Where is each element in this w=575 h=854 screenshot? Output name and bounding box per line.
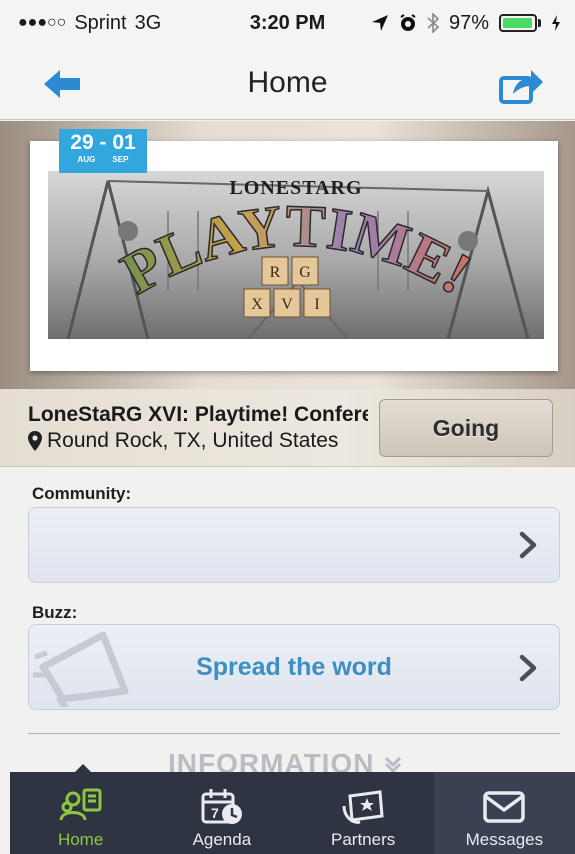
chevron-right-icon	[519, 654, 537, 682]
envelope-icon	[483, 791, 526, 823]
start-month: AUG	[77, 155, 96, 164]
event-location-text: Round Rock, TX, United States	[47, 429, 339, 452]
banner-tile-letter: X	[251, 296, 263, 313]
partners-ticket-icon	[342, 790, 384, 824]
information-label: INFORMATION	[168, 748, 375, 774]
date-badge: 29 - 01 AUG SEP	[59, 129, 147, 173]
back-arrow-icon[interactable]	[40, 64, 84, 104]
tab-messages-label: Messages	[465, 830, 544, 849]
network-type: 3G	[134, 11, 162, 34]
map-pin-icon	[28, 431, 42, 451]
event-banner[interactable]: PLAYTIME! RGXVI LONESTARG	[30, 141, 558, 371]
banner-tile-letter: V	[281, 296, 293, 313]
tab-agenda[interactable]: 7 Agenda	[151, 772, 292, 854]
page-title: Home	[247, 65, 328, 99]
buzz-label: Buzz:	[32, 603, 78, 622]
event-banner-image: PLAYTIME! RGXVI LONESTARG	[48, 171, 544, 339]
date-range: 29 - 01	[70, 131, 136, 154]
banner-org: LONESTARG	[229, 177, 363, 199]
battery-fill	[503, 18, 533, 28]
alarm-icon	[400, 14, 416, 31]
agenda-calendar-icon: 7	[201, 789, 242, 824]
end-month: SEP	[112, 155, 129, 164]
tab-home[interactable]: Home	[10, 772, 151, 854]
event-title: LoneStaRG XVI: Playtime! Conference	[28, 403, 368, 426]
tab-bar: Home 7 Agenda Partners Messages	[10, 772, 575, 854]
tab-partners-label: Partners	[331, 830, 396, 849]
banner-tiles: R G X V I	[243, 256, 331, 318]
tab-home-label: Home	[57, 830, 104, 849]
svg-text:7: 7	[211, 805, 219, 821]
home-people-icon	[59, 788, 102, 821]
banner-tile-letter: R	[270, 264, 281, 281]
event-location: Round Rock, TX, United States	[28, 429, 368, 453]
tab-agenda-label: Agenda	[192, 830, 252, 849]
share-icon[interactable]	[499, 64, 545, 104]
event-info: LoneStaRG XVI: Playtime! Conference Roun…	[0, 389, 575, 467]
tab-partners[interactable]: Partners	[293, 772, 434, 854]
bluetooth-icon	[427, 13, 439, 33]
chevron-down-icon	[385, 756, 402, 774]
status-left: ●●●○○ Sprint 3G	[18, 12, 161, 35]
date-months: AUG SEP	[59, 155, 147, 164]
information-header[interactable]: INFORMATION	[168, 748, 428, 774]
location-arrow-icon	[371, 15, 388, 31]
tab-messages[interactable]: Messages	[433, 772, 575, 854]
community-row[interactable]	[28, 507, 560, 583]
signal-strength: ●●●○○	[18, 14, 67, 31]
nav-bar: Home	[0, 46, 575, 120]
banner-tile-letter: I	[314, 296, 319, 313]
section-divider	[28, 733, 560, 734]
going-button[interactable]: Going	[379, 399, 553, 457]
status-right: 97%	[371, 12, 561, 35]
charging-icon	[552, 15, 560, 31]
spread-the-word-link: Spread the word	[196, 652, 392, 681]
community-label: Community:	[32, 484, 132, 503]
carrier-name: Sprint	[74, 11, 127, 34]
status-bar: ●●●○○ Sprint 3G 3:20 PM 97%	[0, 0, 575, 46]
banner-tile-letter: G	[299, 264, 311, 281]
battery-percent: 97%	[448, 11, 489, 34]
battery-icon	[499, 14, 541, 32]
buzz-row[interactable]: Spread the word	[28, 624, 560, 710]
chevron-right-icon	[519, 531, 537, 559]
